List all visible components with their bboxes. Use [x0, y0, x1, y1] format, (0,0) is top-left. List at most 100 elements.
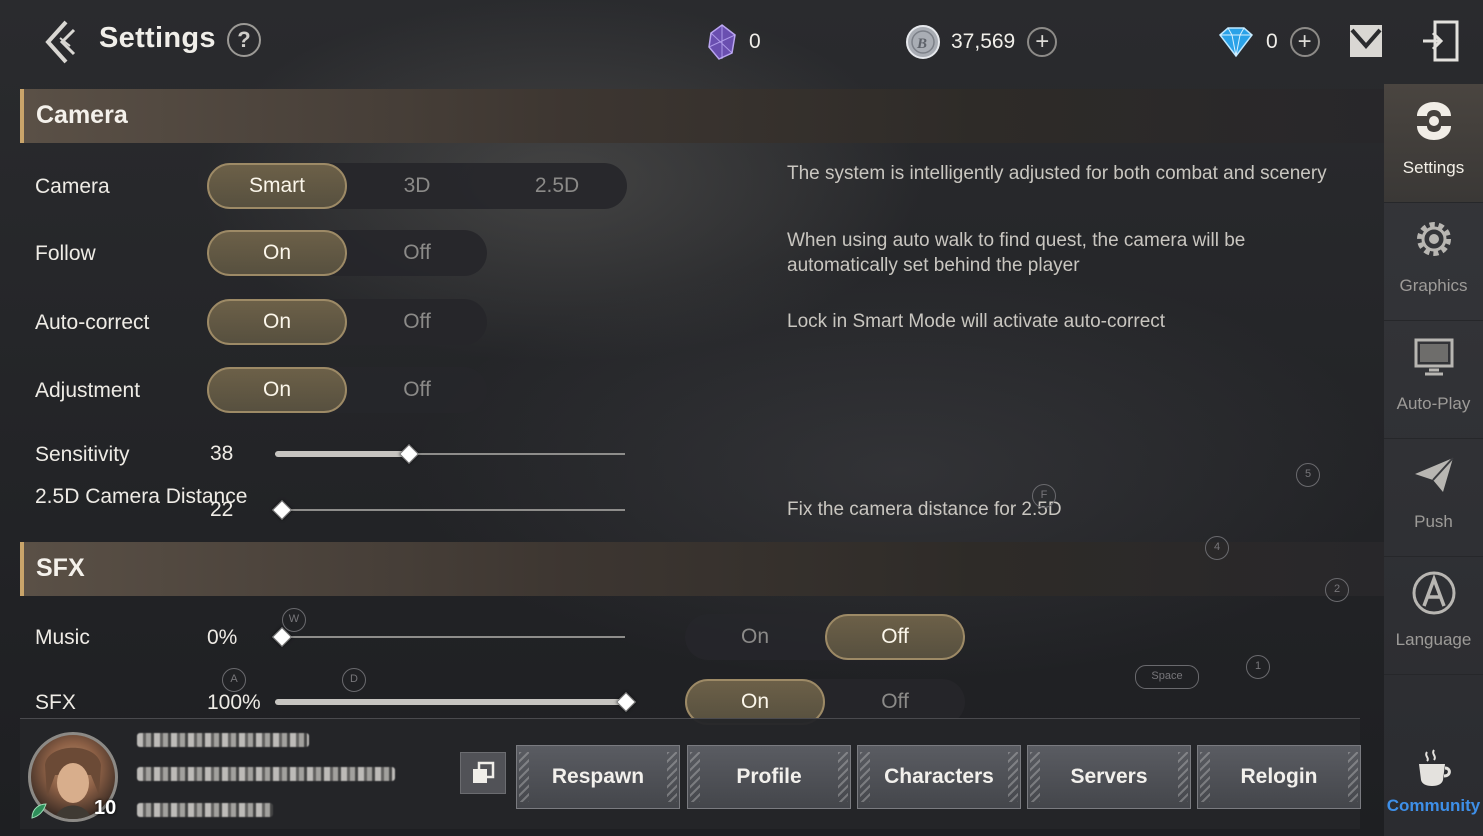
characters-button[interactable]: Characters: [857, 745, 1021, 809]
slider-track: [275, 636, 625, 638]
key-hint-space: Space: [1135, 665, 1199, 689]
character-level: 10: [94, 797, 117, 819]
language-icon: [1412, 571, 1456, 615]
coffee-cup-icon: [1419, 749, 1451, 786]
music-on-option[interactable]: On: [685, 614, 825, 660]
sidebar-item-label: Auto-Play: [1396, 394, 1471, 413]
sidebar-item-label: Settings: [1402, 158, 1465, 177]
copy-button[interactable]: [460, 752, 506, 794]
blue-diamond-icon: [1218, 27, 1254, 58]
sensitivity-slider[interactable]: [275, 444, 625, 464]
add-coin-button[interactable]: +: [1027, 27, 1058, 57]
follow-toggle: On Off: [207, 230, 487, 276]
player-id-redacted: [137, 767, 395, 781]
camera-distance-slider[interactable]: [272, 500, 625, 520]
slider-fill: [275, 699, 625, 705]
purple-gem-icon: [708, 24, 736, 60]
autocorrect-on-option[interactable]: On: [207, 299, 347, 345]
sensitivity-value: 38: [210, 442, 234, 465]
autocorrect-label: Auto-correct: [35, 311, 150, 334]
servers-button[interactable]: Servers: [1027, 745, 1191, 809]
follow-description: When using auto walk to find quest, the …: [787, 230, 1246, 276]
camera-description: The system is intelligently adjusted for…: [787, 163, 1327, 184]
help-icon[interactable]: ?: [227, 23, 261, 57]
currency-amount: 37,569: [951, 30, 1016, 53]
adjustment-toggle: On Off: [207, 367, 487, 413]
top-bar: Settings ? 0 B 37,569 + 0 +: [0, 0, 1483, 84]
slider-track: [275, 509, 625, 511]
sidebar-item-label: Language: [1395, 630, 1472, 649]
add-diamond-button[interactable]: +: [1289, 27, 1320, 57]
follow-label: Follow: [35, 242, 96, 265]
currency-silver-coin: B 37,569 +: [905, 22, 1058, 62]
sensitivity-label: Sensitivity: [35, 443, 130, 466]
camera-option-smart[interactable]: Smart: [207, 163, 347, 209]
sidebar-item-language[interactable]: Language: [1384, 556, 1483, 675]
camera-distance-value: 22: [210, 498, 234, 521]
camera-distance-description: Fix the camera distance for 2.5D: [787, 499, 1062, 520]
key-hint-2: 2: [1325, 578, 1349, 602]
key-hint-w: W: [282, 608, 306, 632]
sfx-volume-slider[interactable]: [275, 692, 636, 712]
music-label: Music: [35, 626, 90, 649]
adjustment-on-option[interactable]: On: [207, 367, 347, 413]
adjustment-label: Adjustment: [35, 379, 141, 402]
slider-handle[interactable]: [272, 500, 292, 520]
currency-blue-diamond: 0 +: [1216, 22, 1320, 62]
relogin-button[interactable]: Relogin: [1197, 745, 1361, 809]
class-emblem-icon: [31, 803, 47, 819]
autocorrect-off-option[interactable]: Off: [347, 299, 487, 345]
server-info-redacted: [137, 803, 273, 817]
respawn-button[interactable]: Respawn: [516, 745, 680, 809]
follow-off-option[interactable]: Off: [347, 230, 487, 276]
sidebar-item-label: Community: [1386, 796, 1481, 815]
slider-handle[interactable]: [399, 444, 419, 464]
section-title: Camera: [36, 101, 128, 129]
player-name-redacted: [137, 733, 309, 747]
autocorrect-description: Lock in Smart Mode will activate auto-co…: [787, 311, 1166, 332]
follow-on-option[interactable]: On: [207, 230, 347, 276]
sfx-label: SFX: [35, 691, 76, 714]
sfx-value: 100%: [207, 691, 261, 714]
sidebar-item-label: Graphics: [1399, 276, 1468, 295]
key-hint-a: A: [222, 668, 246, 692]
gear-settings-icon: [1417, 102, 1451, 140]
copy-icon: [473, 761, 495, 783]
silver-coin-icon: B: [906, 25, 940, 59]
music-off-option[interactable]: Off: [825, 614, 965, 660]
sidebar-item-auto-play[interactable]: Auto-Play: [1384, 320, 1483, 439]
back-arrow-icon[interactable]: [40, 18, 84, 66]
sidebar-item-label: Push: [1414, 512, 1453, 531]
camera-section-header: Camera: [20, 89, 1384, 143]
camera-option-2-5d[interactable]: 2.5D: [487, 163, 627, 209]
music-value: 0%: [207, 626, 238, 649]
camera-option-3d[interactable]: 3D: [347, 163, 487, 209]
paper-plane-icon: [1415, 457, 1454, 492]
autocorrect-toggle: On Off: [207, 299, 487, 345]
settings-sidebar: Settings Graphics Auto-Play Push Languag…: [1384, 84, 1483, 836]
sidebar-item-settings[interactable]: Settings: [1384, 84, 1483, 203]
sfx-section-header: SFX: [20, 542, 1384, 596]
adjustment-off-option[interactable]: Off: [347, 367, 487, 413]
gear-icon: [1417, 222, 1451, 256]
key-hint-4: 4: [1205, 536, 1229, 560]
svg-text:B: B: [916, 36, 927, 52]
profile-button[interactable]: Profile: [687, 745, 851, 809]
sidebar-item-graphics[interactable]: Graphics: [1384, 202, 1483, 321]
slider-fill: [275, 451, 408, 457]
music-toggle: On Off: [685, 614, 965, 660]
currency-purple-gem: 0: [705, 22, 761, 62]
music-volume-slider[interactable]: [272, 627, 625, 647]
key-hint-5: 5: [1296, 463, 1320, 487]
section-title: SFX: [36, 554, 85, 582]
currency-amount: 0: [1266, 30, 1278, 53]
mail-icon[interactable]: [1349, 24, 1383, 58]
sidebar-item-push[interactable]: Push: [1384, 438, 1483, 557]
sidebar-item-community[interactable]: Community: [1384, 736, 1483, 836]
currency-amount: 0: [749, 30, 761, 53]
monitor-icon: [1414, 338, 1454, 376]
exit-door-icon[interactable]: [1421, 19, 1461, 63]
key-hint-f: F: [1032, 484, 1056, 508]
page-title: Settings: [99, 22, 216, 54]
camera-mode-toggle: Smart 3D 2.5D: [207, 163, 627, 209]
